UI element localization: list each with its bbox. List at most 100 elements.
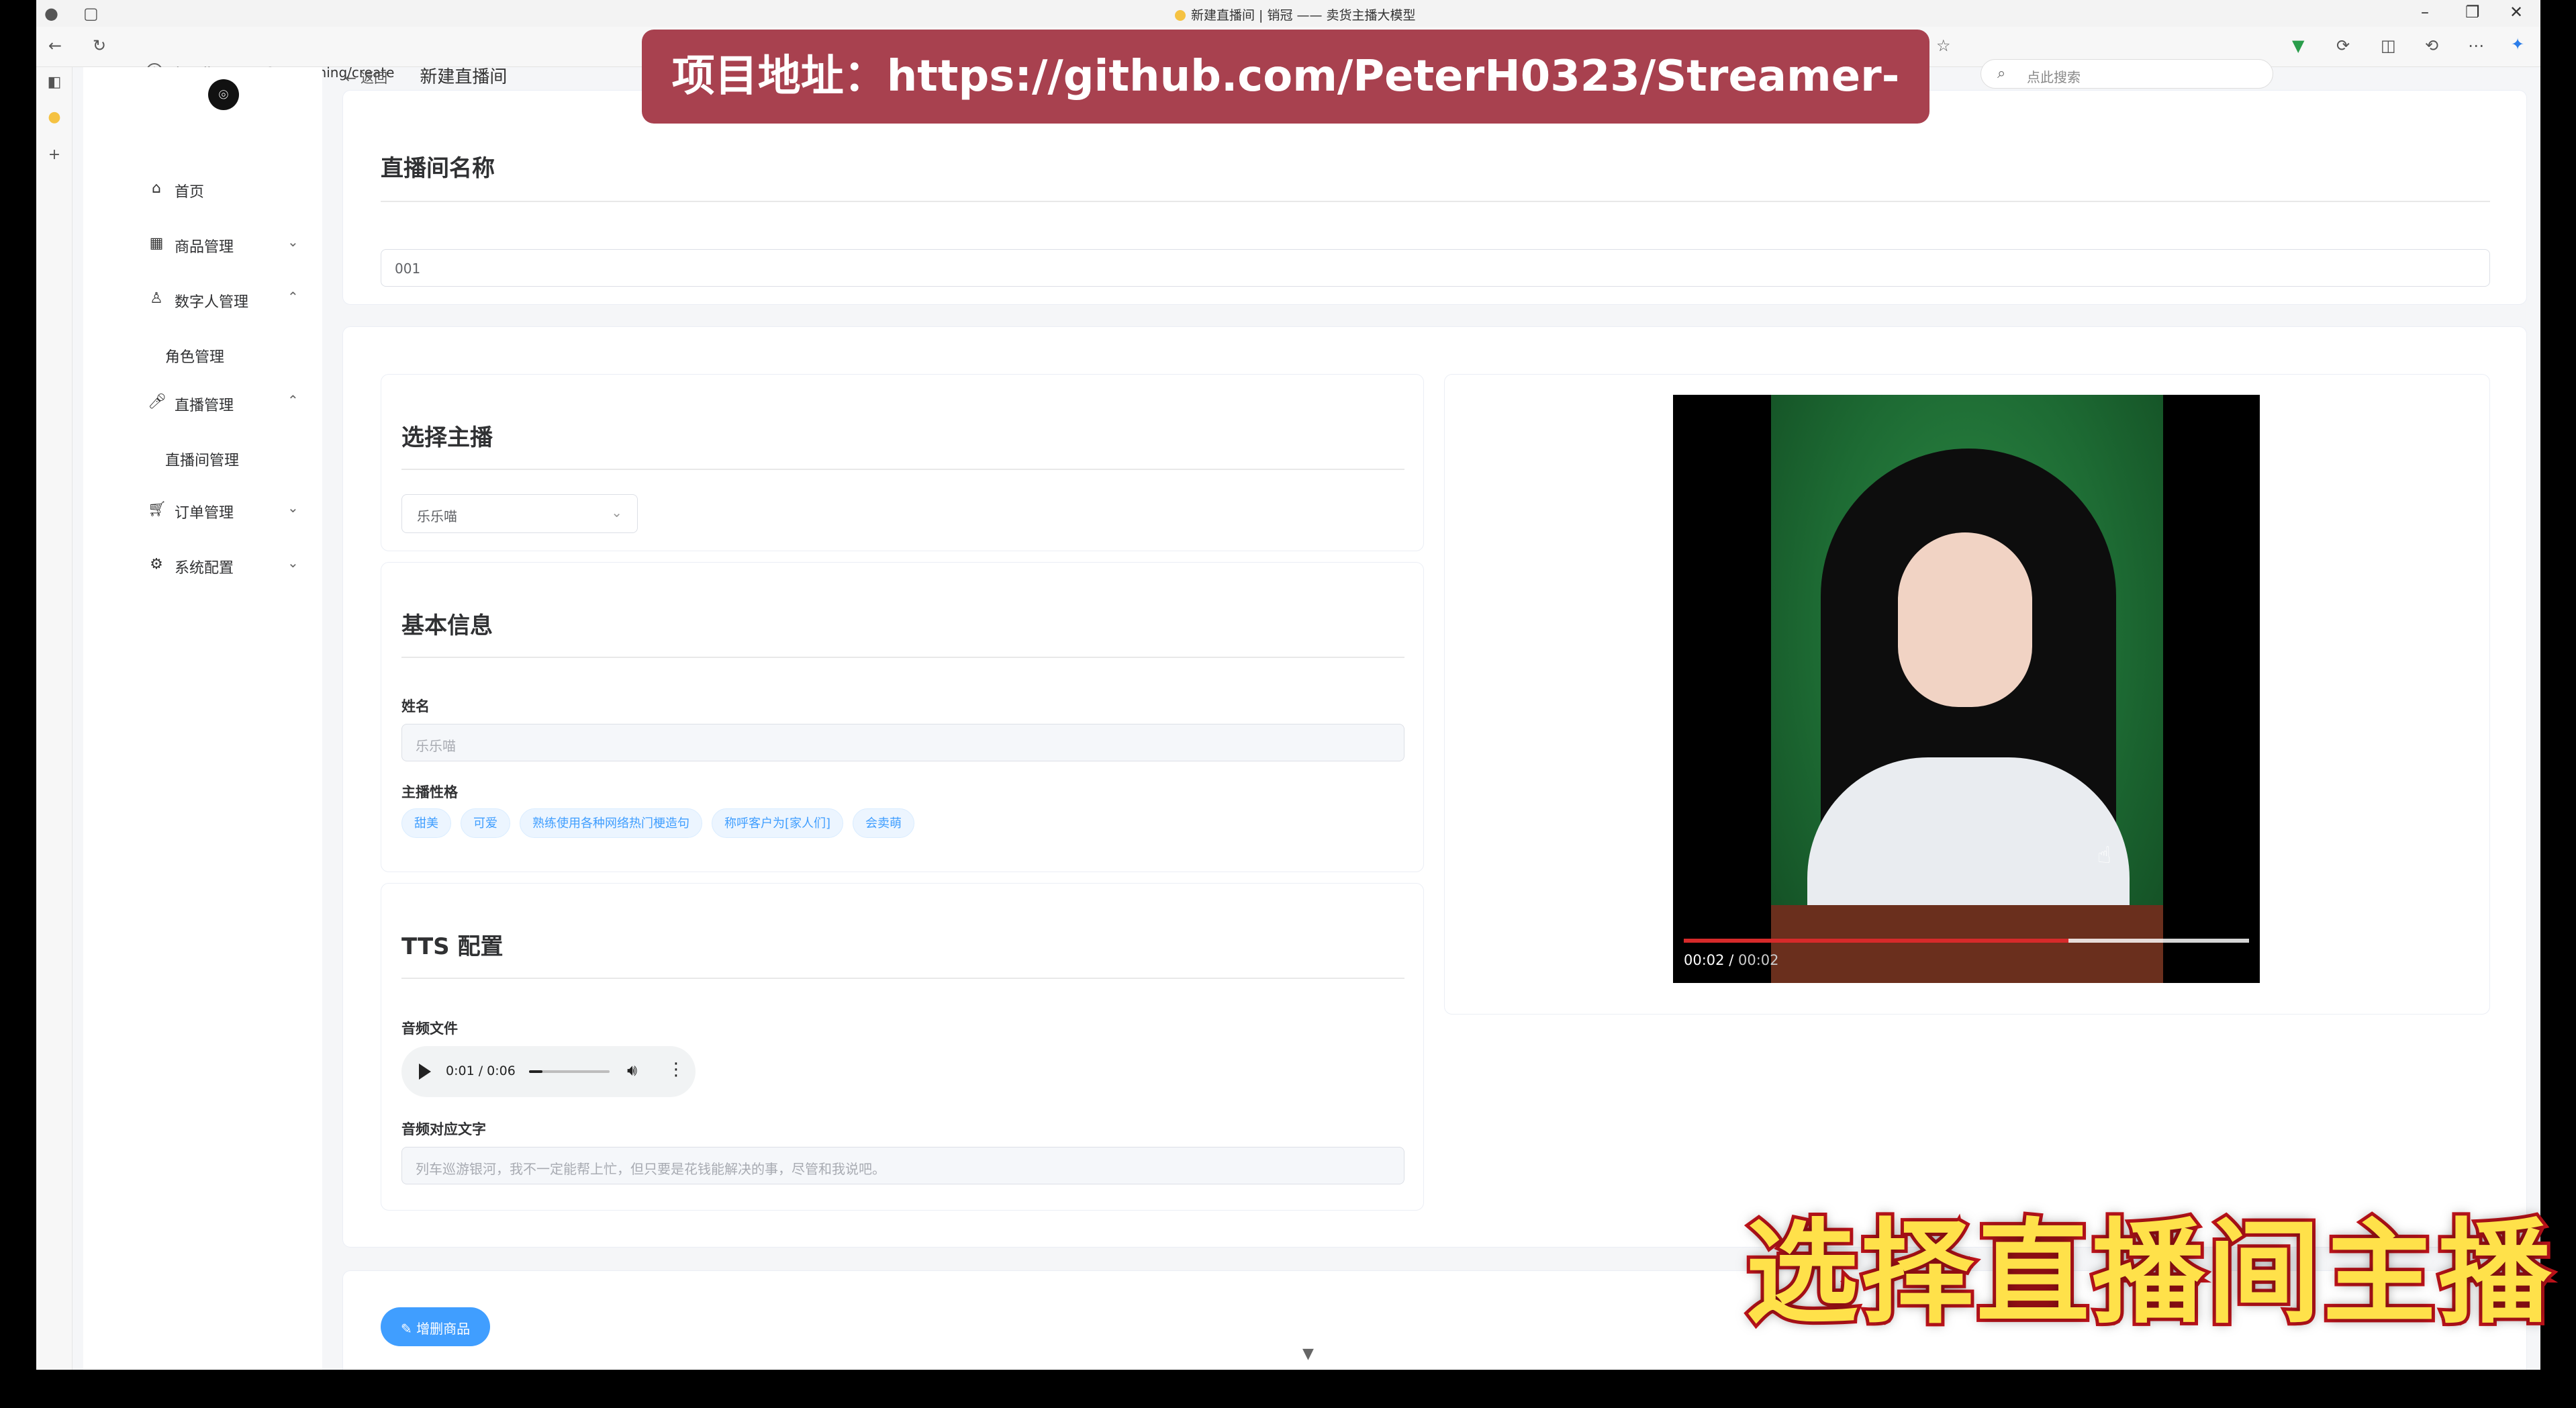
scroll-down-icon[interactable]: ▼ [1302,1346,1314,1362]
audio-text-input[interactable]: 列车巡游银河，我不一定能帮上忙，但只要是花钱能解决的事，尽管和我说吧。 [401,1147,1404,1184]
edit-icon: ✎ [401,1321,412,1337]
audio-player[interactable]: 0:01 / 0:06 🔊︎ ⋮ [401,1046,696,1097]
vue-devtools-icon[interactable]: ▼ [2292,36,2304,55]
video-table [1771,905,2163,983]
streamer-select[interactable]: 乐乐喵 ⌄ [401,494,638,533]
chevron-up-icon: ⌃ [287,289,299,305]
new-tab-icon[interactable]: + [46,146,63,164]
streamer-video[interactable]: 00:02 / 00:02 [1673,395,2260,983]
sidebar-item[interactable]: ⌂ 首页 [83,165,322,212]
profile-icon[interactable]: ● [44,4,58,23]
audio-seek-fill [529,1070,543,1073]
video-played [1684,939,2068,943]
sidebar-item[interactable]: ⚙ 系统配置 ⌄ [83,541,322,588]
restore-icon[interactable]: ❐ [2465,3,2480,21]
audio-text-label: 音频对应文字 [401,1121,486,1137]
streamer-select-value: 乐乐喵 [417,508,457,524]
streamer-select-title: 选择主播 [401,424,493,451]
divider [401,469,1404,470]
config-card: 选择主播 乐乐喵 ⌄ 基本信息 姓名 乐乐喵 主播性格 甜美 可爱 熟练使用各种网络… [342,326,2527,1248]
room-name-input[interactable]: 001 [381,249,2490,287]
gear-icon: ⚙ [150,556,163,573]
github-logo-icon[interactable]: ⌾ [208,79,239,110]
video-duration: 00:02 [1737,952,1779,968]
sidebar: ⌾ ⌂ 首页 ▦ 商品管理 ⌄ ♙ 数字人管理 ⌃ 角色管理 🎤︎ 直播管理 ⌃ 直播间管理 🛒︎ 订单管理… [83,67,322,1370]
character-tag: 可爱 [461,808,510,838]
breadcrumb: ← 返回 新建直播间 [345,63,507,88]
video-progress-bar[interactable] [1684,939,2249,943]
divider [381,201,2490,202]
chevron-down-icon: ⌄ [287,234,299,250]
name-input: 乐乐喵 [401,724,1404,761]
sidebar-item[interactable]: ♙ 数字人管理 ⌃ [83,275,322,322]
video-buffered [2068,939,2249,943]
chevron-down-icon: ⌄ [287,555,299,571]
extensions-icon[interactable]: ⟳ [2336,36,2350,55]
basic-info-card: 基本信息 姓名 乐乐喵 主播性格 甜美 可爱 熟练使用各种网络热门梗造句 称呼客户为[… [381,562,1424,872]
window-title-text: 新建直播间 | 销冠 —— 卖货主播大模型 [1191,8,1416,23]
title-bar: ● ▢ 新建直播间 | 销冠 —— 卖货主播大模型 – ❐ ✕ [36,0,2540,27]
more-icon[interactable]: ⋯ [2468,36,2484,55]
video-figure-face [1898,532,2032,707]
video-caption: 选择直播间主播 [1742,1204,2555,1342]
character-tag: 熟练使用各种网络热门梗造句 [520,808,702,838]
video-time: 00:02 / 00:02 [1684,952,1779,968]
add-product-button[interactable]: ✎ 增删商品 [381,1307,491,1346]
split-screen-icon[interactable]: ◫ [2381,36,2396,55]
room-name-title: 直播间名称 [381,155,495,182]
back-icon[interactable]: ← [48,36,62,55]
character-tags: 甜美 可爱 熟练使用各种网络热门梗造句 称呼客户为[家人们] 会卖萌 [401,808,1404,838]
project-url-banner: 项目地址：https://github.com/PeterH0323/Strea… [642,30,1929,195]
sidebar-item-label: 商品管理 [175,239,234,256]
audio-file-label: 音频文件 [401,1021,458,1037]
sidebar-item-label: 直播管理 [175,397,234,414]
grid-icon: ▦ [149,235,164,252]
user-icon: ♙ [150,290,163,307]
tab-actions-icon[interactable]: ◧ [46,74,63,91]
back-link[interactable]: ← 返回 [345,70,387,86]
favorite-star-icon[interactable]: ☆ [1936,36,1951,55]
tts-title: TTS 配置 [401,933,504,960]
sidebar-item[interactable]: ▦ 商品管理 ⌄ [83,220,322,267]
sidebar-item[interactable]: 🎤︎ 直播管理 ⌃ [83,379,322,426]
name-label: 姓名 [401,698,430,714]
basic-info-title: 基本信息 [401,612,493,639]
chevron-down-icon: ⌄ [611,504,622,520]
history-icon[interactable]: ⟲ [2425,36,2438,55]
window-title: 新建直播间 | 销冠 —— 卖货主播大模型 [1175,5,1416,24]
vertical-tab-strip: ◧ ● + [36,67,73,1370]
sidebar-item-label: 数字人管理 [175,294,249,311]
more-options-icon[interactable]: ⋮ [667,1060,685,1080]
home-icon: ⌂ [152,180,161,197]
character-tag: 会卖萌 [853,808,915,838]
minimize-icon[interactable]: – [2421,3,2429,21]
volume-icon[interactable]: 🔊︎ [627,1061,637,1080]
mic-icon: 🎤︎ [148,393,166,410]
close-icon[interactable]: ✕ [2510,3,2523,21]
workspaces-icon[interactable]: ▢ [83,4,99,23]
divider [401,657,1404,658]
reload-icon[interactable]: ↻ [93,36,106,55]
sidebar-item-label: 系统配置 [175,560,234,577]
tts-card: TTS 配置 音频文件 0:01 / 0:06 🔊︎ ⋮ 音频对应文字 列车巡游… [381,883,1424,1211]
mouse-cursor-icon: ☝ [2097,842,2111,869]
video-current-time: 00:02 [1684,952,1725,968]
character-tag: 甜美 [401,808,451,838]
chevron-down-icon: ⌄ [287,500,299,516]
chevron-up-icon: ⌃ [287,392,299,408]
sidebar-item-label: 直播间管理 [165,453,240,469]
sidebar-item[interactable]: 🛒︎ 订单管理 ⌄ [83,486,322,533]
video-preview-card: 00:02 / 00:02 [1444,374,2490,1015]
audio-seek-bar[interactable] [529,1070,610,1073]
add-product-label: 增删商品 [416,1321,471,1337]
sidebar-item-label: 订单管理 [175,505,234,522]
character-tag: 称呼客户为[家人们] [712,808,844,838]
sidebar-item-label: 首页 [175,184,205,201]
sidebar-item[interactable]: 角色管理 [83,330,322,377]
play-icon[interactable] [419,1064,431,1080]
active-tab-icon[interactable]: ● [46,109,63,126]
copilot-icon[interactable]: ✦ [2511,35,2524,54]
sidebar-item-label: 角色管理 [165,349,225,366]
sidebar-item[interactable]: 直播间管理 [83,434,322,481]
cart-icon: 🛒︎ [148,501,166,518]
